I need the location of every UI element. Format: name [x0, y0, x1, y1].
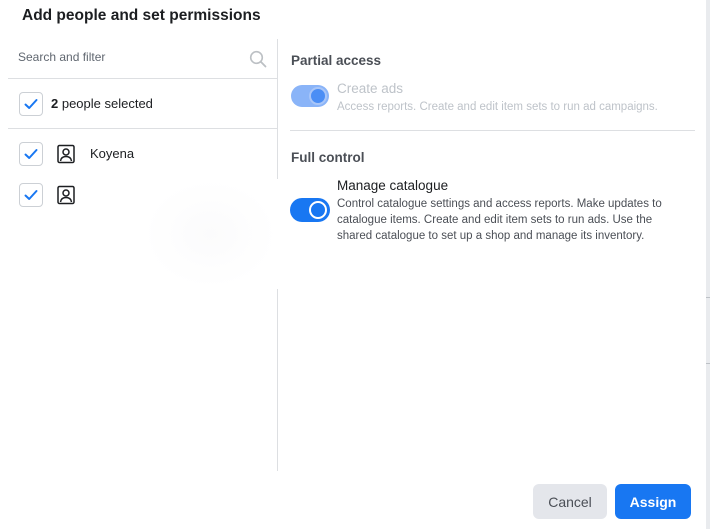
person-badge-icon — [57, 144, 75, 164]
person-badge-icon — [57, 185, 75, 205]
toggle-knob — [309, 87, 327, 105]
selected-count-suffix: people selected — [58, 96, 153, 111]
backdrop-tick — [706, 297, 710, 298]
select-all-row[interactable]: 2 people selected — [8, 79, 277, 129]
redacted-region — [143, 179, 278, 289]
search-icon[interactable] — [249, 50, 267, 68]
permission-description-manage-catalogue: Control catalogue settings and access re… — [337, 198, 662, 242]
dialog-title: Add people and set permissions — [22, 7, 261, 24]
section-title-full-control: Full control — [291, 150, 365, 165]
backdrop-edge — [706, 0, 710, 529]
check-icon — [24, 99, 38, 109]
permissions-dialog: Add people and set permissions 2 people … — [0, 0, 706, 529]
check-icon — [24, 190, 38, 200]
person-name: Koyena — [90, 146, 135, 161]
cancel-button[interactable]: Cancel — [533, 484, 607, 519]
search-row — [8, 39, 277, 79]
person-checkbox[interactable] — [19, 142, 43, 166]
permission-description-create-ads: Access reports. Create and edit item set… — [337, 101, 658, 113]
backdrop-tick — [706, 363, 710, 364]
selected-count-label: 2 people selected — [51, 96, 153, 111]
permissions-pane: Partial access Create ads Access reports… — [290, 39, 695, 471]
list-item[interactable]: Koyena — [8, 133, 277, 177]
section-title-partial-access: Partial access — [291, 53, 382, 68]
person-checkbox[interactable] — [19, 183, 43, 207]
search-input[interactable] — [18, 50, 238, 64]
assign-button[interactable]: Assign — [615, 484, 691, 519]
create-ads-toggle[interactable] — [291, 85, 329, 107]
toggle-knob — [309, 201, 327, 219]
select-all-checkbox[interactable] — [19, 92, 43, 116]
check-icon — [24, 149, 38, 159]
section-divider — [290, 130, 695, 131]
permission-label-manage-catalogue: Manage catalogue — [337, 178, 449, 193]
manage-catalogue-toggle[interactable] — [291, 199, 329, 221]
people-pane: 2 people selected Koyena — [8, 39, 278, 471]
permission-label-create-ads: Create ads — [337, 81, 404, 96]
